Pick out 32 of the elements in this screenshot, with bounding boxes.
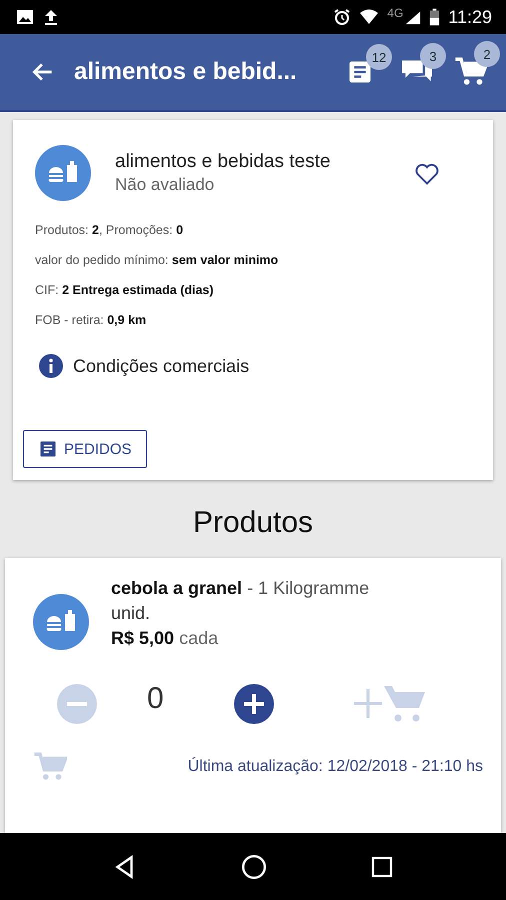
upload-icon — [42, 8, 60, 26]
detail-text: valor do pedido mínimo: sem valor minimo — [35, 253, 280, 267]
section-title: Produtos — [192, 506, 314, 540]
last-update-text: Última atualização: 12/02/2018 - 21:10 hs — [188, 758, 483, 776]
network-label: 4G — [387, 6, 404, 20]
count-badge: 12 — [366, 44, 392, 70]
alarm-icon — [333, 8, 352, 26]
status-time: 11:29 — [448, 6, 492, 28]
detail-text: CIF: 2 Entrega estimada (dias) — [35, 283, 215, 297]
count-badge: 2 — [474, 41, 500, 67]
conditions-link[interactable]: Condições comerciais — [73, 356, 250, 376]
info-icon[interactable] — [39, 354, 63, 378]
document-icon — [38, 439, 58, 459]
recents-nav-icon[interactable] — [370, 854, 394, 878]
count-badge: 3 — [420, 43, 446, 69]
app-bar-title: alimentos e bebid... — [74, 58, 298, 86]
battery-icon — [429, 7, 440, 27]
rating-text: Não avaliado — [115, 175, 216, 195]
plus-button[interactable] — [234, 684, 274, 724]
supplier-name: alimentos e bebidas teste — [115, 151, 332, 173]
price-text: R$ 5,00 cada — [111, 628, 220, 649]
unit-text: unid. — [111, 603, 152, 624]
quantity-value: 0 — [147, 682, 164, 716]
product-name: cebola a granel - 1 Kilogramme — [111, 578, 370, 599]
detail-text: FOB - retira: 0,9 km — [35, 313, 148, 327]
orders-button[interactable]: PEDIDOS — [23, 430, 147, 468]
wifi-icon — [359, 8, 380, 26]
food-logo-icon — [35, 145, 91, 201]
home-nav-icon[interactable] — [240, 854, 267, 880]
detail-text: Produtos: 2, Promoções: 0 — [35, 223, 184, 237]
food-logo-icon — [33, 594, 89, 650]
image-icon — [16, 8, 34, 26]
